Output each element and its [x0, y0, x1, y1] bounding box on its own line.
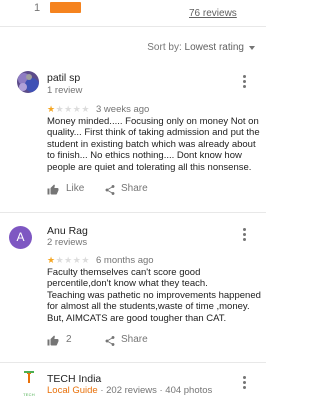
- sort-prefix: Sort by:: [147, 42, 182, 53]
- reviewer-name[interactable]: patil sp: [47, 72, 80, 84]
- more-options-icon[interactable]: [243, 376, 247, 391]
- like-button[interactable]: Like: [66, 183, 84, 195]
- reviewer-name[interactable]: TECH India: [47, 373, 101, 385]
- review-paragraph: Money minded..... Focusing only on money…: [47, 116, 260, 173]
- review-time: 6 months ago: [96, 255, 154, 266]
- divider: [0, 212, 266, 213]
- local-guide-badge: Local Guide: [47, 385, 98, 396]
- logo-text: TECH: [23, 392, 35, 397]
- star-rating: ★★★★★: [47, 255, 90, 265]
- reviewer-meta: Local Guide · 202 reviews · 404 photos: [47, 385, 212, 396]
- share-button[interactable]: Share: [121, 183, 148, 195]
- review-text: Faculty themselves can't score good perc…: [47, 267, 265, 324]
- avatar[interactable]: A: [9, 226, 32, 249]
- divider: [0, 362, 266, 363]
- reviewer-review-count: 2 reviews: [47, 237, 88, 248]
- rating-bar-fill: [50, 2, 81, 13]
- total-reviews-link[interactable]: 76 reviews: [189, 8, 237, 20]
- share-button[interactable]: Share: [121, 334, 148, 346]
- avatar[interactable]: TECH: [17, 371, 41, 397]
- review-paragraph: Teaching was pathetic no improvements ha…: [47, 289, 261, 324]
- share-icon[interactable]: [104, 183, 116, 195]
- reviewer-review-count: 1 review: [47, 85, 83, 96]
- review-paragraph: Faculty themselves can't score good perc…: [47, 267, 208, 290]
- share-icon[interactable]: [104, 334, 116, 346]
- like-count[interactable]: 2: [66, 334, 72, 346]
- review-text: Money minded..... Focusing only on money…: [47, 116, 265, 173]
- thumbs-up-icon[interactable]: [47, 183, 59, 195]
- sort-dropdown[interactable]: Sort by: Lowest rating: [147, 42, 244, 54]
- reviewer-stats: · 202 reviews · 404 photos: [100, 385, 213, 396]
- chevron-down-icon[interactable]: [249, 46, 255, 50]
- rating-bar: [50, 2, 81, 13]
- reviewer-name[interactable]: Anu Rag: [47, 225, 88, 237]
- thumbs-up-icon[interactable]: [47, 334, 59, 346]
- avatar[interactable]: [17, 71, 39, 93]
- rating-row-label: 1: [34, 2, 41, 14]
- more-options-icon[interactable]: [243, 75, 247, 90]
- divider: [0, 26, 266, 27]
- review-time: 3 weeks ago: [96, 104, 150, 115]
- sort-value: Lowest rating: [184, 42, 244, 53]
- more-options-icon[interactable]: [243, 228, 247, 243]
- star-rating: ★★★★★: [47, 104, 90, 114]
